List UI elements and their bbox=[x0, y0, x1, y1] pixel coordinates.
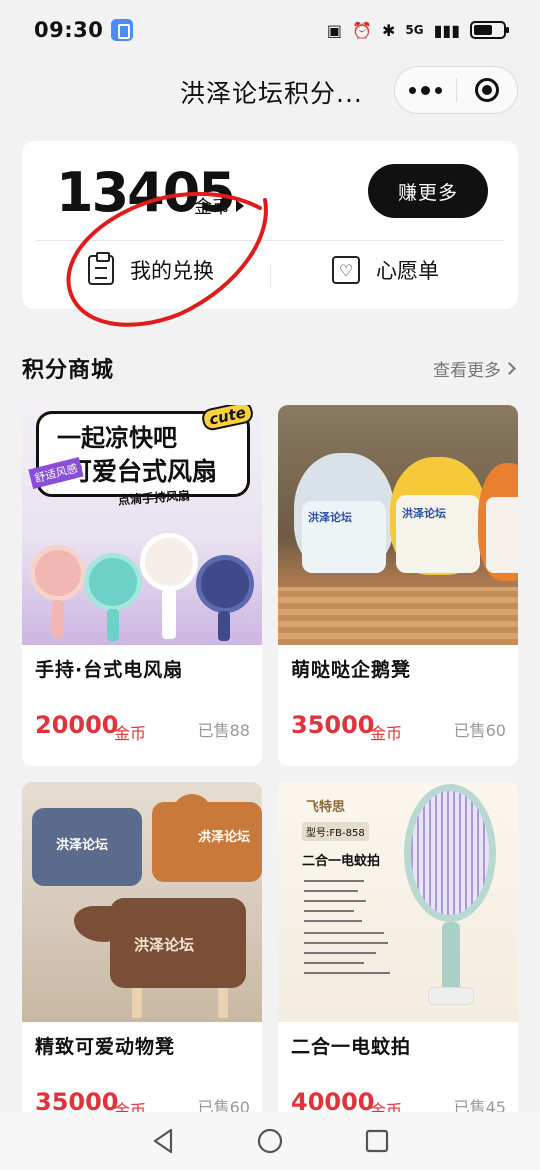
more-dots-icon[interactable] bbox=[395, 67, 456, 113]
product-name: 手持·台式电风扇 bbox=[35, 659, 184, 681]
status-bar: 09:30 ▣ ⏰ ✱ 5G ▮▮▮ bbox=[0, 0, 540, 60]
stool-elephant-head bbox=[74, 906, 124, 942]
page-title: 洪泽论坛积分... bbox=[180, 79, 363, 108]
points-card: 13405 金币 赚更多 我的兑换 ♡ 心愿单 bbox=[22, 141, 518, 309]
product-price-unit: 金币 bbox=[370, 724, 403, 743]
product-price-unit: 金币 bbox=[114, 724, 147, 743]
fan-navy-stem bbox=[218, 611, 230, 641]
stool-bear-head bbox=[172, 794, 212, 834]
spec-line bbox=[304, 910, 354, 912]
fan-navy bbox=[196, 555, 254, 613]
section-title: 积分商城 bbox=[22, 358, 115, 383]
penguin-label-2: 洪泽论坛 bbox=[402, 507, 446, 520]
fan-pink bbox=[30, 545, 86, 601]
home-circle-icon[interactable] bbox=[256, 1127, 284, 1155]
product-card[interactable]: 飞特思 型号:FB-858 二合一电蚊拍 二合一电蚊拍 40000 金币 已售4… bbox=[278, 782, 518, 1122]
fan-pink-stem bbox=[52, 600, 64, 638]
product-image-fan: 一起凉快吧 可爱台式风扇 cute 舒适风感 点滴手持风扇 bbox=[22, 405, 262, 645]
heart-box-icon: ♡ bbox=[332, 256, 360, 284]
signal-icon: ▮▮▮ bbox=[433, 20, 460, 40]
spec-line bbox=[304, 880, 364, 882]
fan-white-stem bbox=[162, 589, 176, 639]
product-name: 萌哒哒企鹅凳 bbox=[291, 659, 412, 681]
product-sold: 已售88 bbox=[197, 721, 250, 740]
status-icons: ▣ ⏰ ✱ 5G ▮▮▮ bbox=[326, 20, 509, 40]
battery-icon bbox=[470, 21, 509, 39]
product-image-penguin: 洪泽论坛 洪泽论坛 bbox=[278, 405, 518, 645]
alarm-icon: ⏰ bbox=[352, 20, 372, 40]
points-unit-link[interactable]: 金币 bbox=[194, 193, 244, 219]
product-sold: 已售60 bbox=[453, 721, 506, 740]
status-time: 09:30 bbox=[34, 18, 104, 42]
fan-caption: 点滴手持风扇 bbox=[117, 488, 191, 508]
system-nav-bar bbox=[0, 1112, 540, 1170]
fan-white bbox=[140, 533, 198, 591]
stool-leg bbox=[132, 988, 142, 1018]
spec-line bbox=[304, 920, 362, 922]
view-more-label: 查看更多 bbox=[433, 361, 501, 381]
my-exchange-link[interactable]: 我的兑换 bbox=[88, 252, 214, 285]
product-price: 20000 bbox=[35, 711, 119, 739]
clipboard-icon bbox=[88, 252, 114, 285]
bluetooth-icon: ✱ bbox=[381, 20, 396, 40]
product-card[interactable]: 一起凉快吧 可爱台式风扇 cute 舒适风感 点滴手持风扇 手持·台式电风扇 2… bbox=[22, 405, 262, 766]
wishlist-link[interactable]: ♡ 心愿单 bbox=[332, 255, 439, 285]
product-name: 精致可爱动物凳 bbox=[35, 1036, 176, 1058]
target-ring-icon bbox=[474, 78, 499, 102]
product-price: 35000 bbox=[291, 711, 375, 739]
wishlist-label: 心愿单 bbox=[376, 259, 439, 283]
spec-line bbox=[304, 942, 388, 944]
product-card[interactable]: 洪泽论坛 洪泽论坛 洪泽论坛 精致可爱动物凳 35000 金币 已售60 bbox=[22, 782, 262, 1122]
racket-handle bbox=[442, 922, 460, 992]
earn-more-button[interactable]: 赚更多 bbox=[368, 164, 488, 218]
racket-model: 型号:FB-858 bbox=[302, 822, 369, 841]
nfc-icon: ▣ bbox=[326, 20, 343, 40]
product-image-racket: 飞特思 型号:FB-858 二合一电蚊拍 bbox=[278, 782, 518, 1022]
fan-banner-line1: 一起凉快吧 bbox=[57, 424, 177, 452]
fan-teal bbox=[84, 553, 142, 611]
penguin-label: 洪泽论坛 bbox=[308, 511, 352, 524]
card-vertical-divider bbox=[270, 265, 271, 287]
caret-right-icon bbox=[236, 200, 244, 212]
product-name: 二合一电蚊拍 bbox=[291, 1036, 412, 1058]
close-mini-program-button[interactable] bbox=[456, 67, 517, 113]
spec-line bbox=[304, 962, 364, 964]
card-divider bbox=[36, 240, 504, 241]
spec-line bbox=[304, 900, 366, 902]
spec-line bbox=[304, 972, 390, 974]
recent-apps-square-icon[interactable] bbox=[364, 1128, 390, 1154]
back-triangle-icon[interactable] bbox=[150, 1127, 176, 1155]
stool-label-2: 洪泽论坛 bbox=[198, 830, 251, 845]
racket-heading: 二合一电蚊拍 bbox=[302, 854, 381, 869]
view-more-link[interactable]: 查看更多 bbox=[433, 356, 516, 381]
network-label: 5G bbox=[405, 23, 424, 37]
stool-label-3: 洪泽论坛 bbox=[134, 936, 195, 954]
wooden-floor bbox=[278, 587, 518, 645]
app-notification-icon bbox=[111, 19, 134, 41]
chevron-right-icon bbox=[503, 362, 516, 375]
racket-brand: 飞特思 bbox=[306, 800, 346, 815]
fan-teal-stem bbox=[107, 609, 119, 641]
spec-line bbox=[304, 932, 384, 934]
racket-base bbox=[428, 987, 474, 1005]
product-image-stool: 洪泽论坛 洪泽论坛 洪泽论坛 bbox=[22, 782, 262, 1022]
points-unit-label: 金币 bbox=[194, 197, 230, 218]
racket-head bbox=[404, 784, 496, 922]
fan-banner-line2: 可爱台式风扇 bbox=[67, 457, 218, 486]
spec-line bbox=[304, 890, 358, 892]
stool-leg bbox=[218, 988, 228, 1018]
penguin-orange-body bbox=[486, 497, 518, 573]
spec-line bbox=[304, 952, 376, 954]
capsule-menu bbox=[394, 66, 518, 114]
mini-program-nav: 洪泽论坛积分... bbox=[0, 60, 540, 124]
product-card[interactable]: 洪泽论坛 洪泽论坛 萌哒哒企鹅凳 35000 金币 已售60 bbox=[278, 405, 518, 766]
stool-label-1: 洪泽论坛 bbox=[56, 838, 109, 853]
my-exchange-label: 我的兑换 bbox=[130, 259, 214, 283]
